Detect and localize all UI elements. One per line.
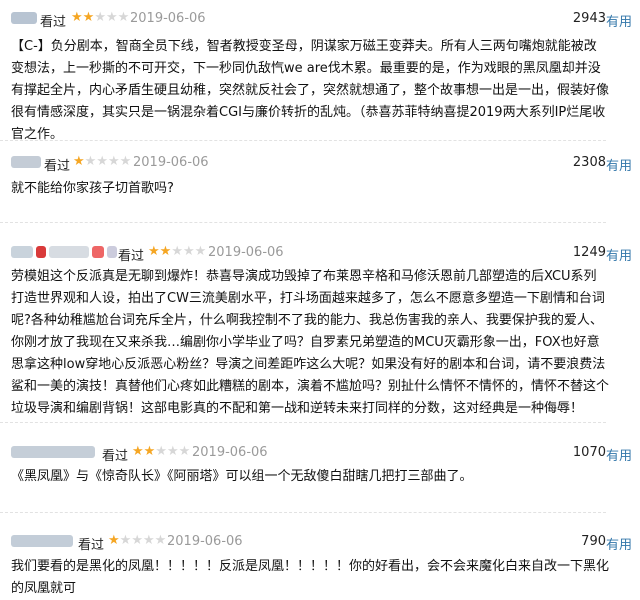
star-icon: ★ (132, 444, 144, 459)
vote-count: 1249 (572, 245, 606, 260)
star-icon: ★ (94, 10, 106, 25)
watched-label: 看过 (40, 15, 67, 30)
divider (0, 512, 606, 513)
rating-stars: ★★★★★ (108, 533, 166, 548)
star-icon: ★ (117, 10, 130, 25)
review-text: 我们要看的是黑化的凤凰！！！！！反派是凤凰！！！！！你的好看出，会不会来魔化白来… (11, 559, 610, 596)
rating-stars: ★★★★★ (73, 154, 131, 169)
watched-label: 看过 (102, 449, 129, 464)
review-header: 看过 ★★★★★ 2019-06-06 1070 有用 (0, 442, 640, 466)
vote-count: 1070 (572, 445, 606, 460)
watched-label: 看过 (44, 159, 71, 174)
divider (0, 222, 606, 223)
useful-button[interactable]: 有用 (606, 445, 632, 464)
star-icon: ★ (178, 444, 191, 459)
review-header: 看过 ★★★★★ 2019-06-06 2943 有用 (0, 8, 640, 32)
review-date: 2019-06-06 (167, 534, 243, 549)
star-icon: ★ (107, 154, 120, 169)
useful-button[interactable]: 有用 (606, 534, 632, 553)
review-text: 【C-】负分剧本，智商全员下线，智者教授变圣母，阴谋家万磁王变莽夫。所有人三两句… (11, 39, 610, 142)
star-icon: ★ (143, 444, 156, 459)
useful-button[interactable]: 有用 (606, 245, 632, 264)
review-header: 看过 ★★★★★ 2019-06-06 1249 有用 (0, 242, 640, 266)
useful-button[interactable]: 有用 (606, 155, 632, 174)
review-date: 2019-06-06 (130, 11, 206, 26)
avatar-username[interactable] (11, 533, 76, 551)
star-icon: ★ (166, 444, 179, 459)
watched-label: 看过 (118, 249, 145, 264)
vote-count: 2308 (572, 155, 606, 170)
star-icon: ★ (96, 154, 108, 169)
avatar-username[interactable] (11, 244, 120, 262)
watched-label: 看过 (78, 538, 105, 553)
avatar-username[interactable] (11, 444, 98, 462)
review-text: 就不能给你家孩子切首歌吗? (11, 181, 174, 196)
review-date: 2019-06-06 (133, 155, 209, 170)
star-icon: ★ (105, 10, 118, 25)
star-icon: ★ (108, 533, 120, 548)
rating-stars: ★★★★★ (148, 244, 206, 259)
review-header: 看过 ★★★★★ 2019-06-06 2308 有用 (0, 152, 640, 176)
star-icon: ★ (82, 10, 95, 25)
review-date: 2019-06-06 (208, 245, 284, 260)
star-icon: ★ (119, 533, 132, 548)
avatar-username[interactable] (11, 10, 40, 28)
star-icon: ★ (182, 244, 195, 259)
star-icon: ★ (131, 533, 143, 548)
star-icon: ★ (155, 444, 167, 459)
rating-stars: ★★★★★ (132, 444, 190, 459)
star-icon: ★ (84, 154, 97, 169)
vote-count: 790 (581, 534, 606, 549)
divider (0, 140, 606, 141)
review-text: 劳模姐这个反派真是无聊到爆炸！恭喜导演成功毁掉了布莱恩辛格和马修沃恩前几部塑造的… (11, 269, 610, 416)
useful-button[interactable]: 有用 (606, 11, 632, 30)
star-icon: ★ (119, 154, 132, 169)
review-date: 2019-06-06 (192, 445, 268, 460)
star-icon: ★ (73, 154, 85, 169)
star-icon: ★ (194, 244, 207, 259)
star-icon: ★ (148, 244, 160, 259)
review-header: 看过 ★★★★★ 2019-06-06 790 有用 (0, 531, 640, 555)
review-text: 《黑凤凰》与《惊奇队长》《阿丽塔》可以组一个无敌傻白甜瞎几把打三部曲了。 (11, 469, 473, 484)
star-icon: ★ (171, 244, 183, 259)
star-icon: ★ (159, 244, 172, 259)
star-icon: ★ (142, 533, 155, 548)
vote-count: 2943 (572, 11, 606, 26)
star-icon: ★ (154, 533, 167, 548)
rating-stars: ★★★★★ (71, 10, 129, 25)
star-icon: ★ (71, 10, 83, 25)
divider (0, 422, 606, 423)
avatar-username[interactable] (11, 154, 44, 172)
